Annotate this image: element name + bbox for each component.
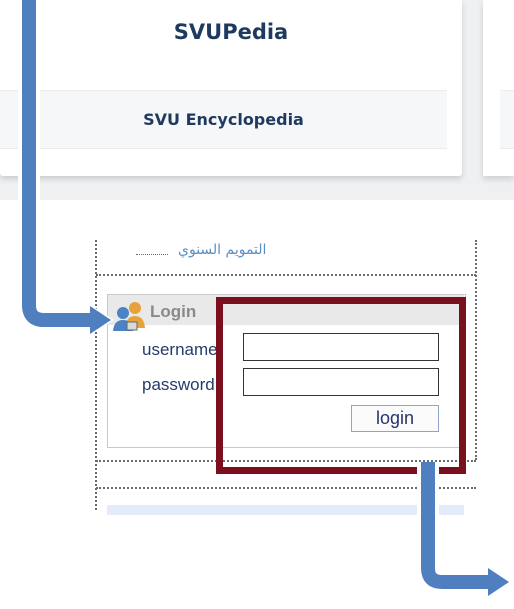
arrow-left-icon xyxy=(18,0,114,338)
arrow-down-right-icon xyxy=(417,462,512,600)
arrows-layer xyxy=(18,0,512,600)
